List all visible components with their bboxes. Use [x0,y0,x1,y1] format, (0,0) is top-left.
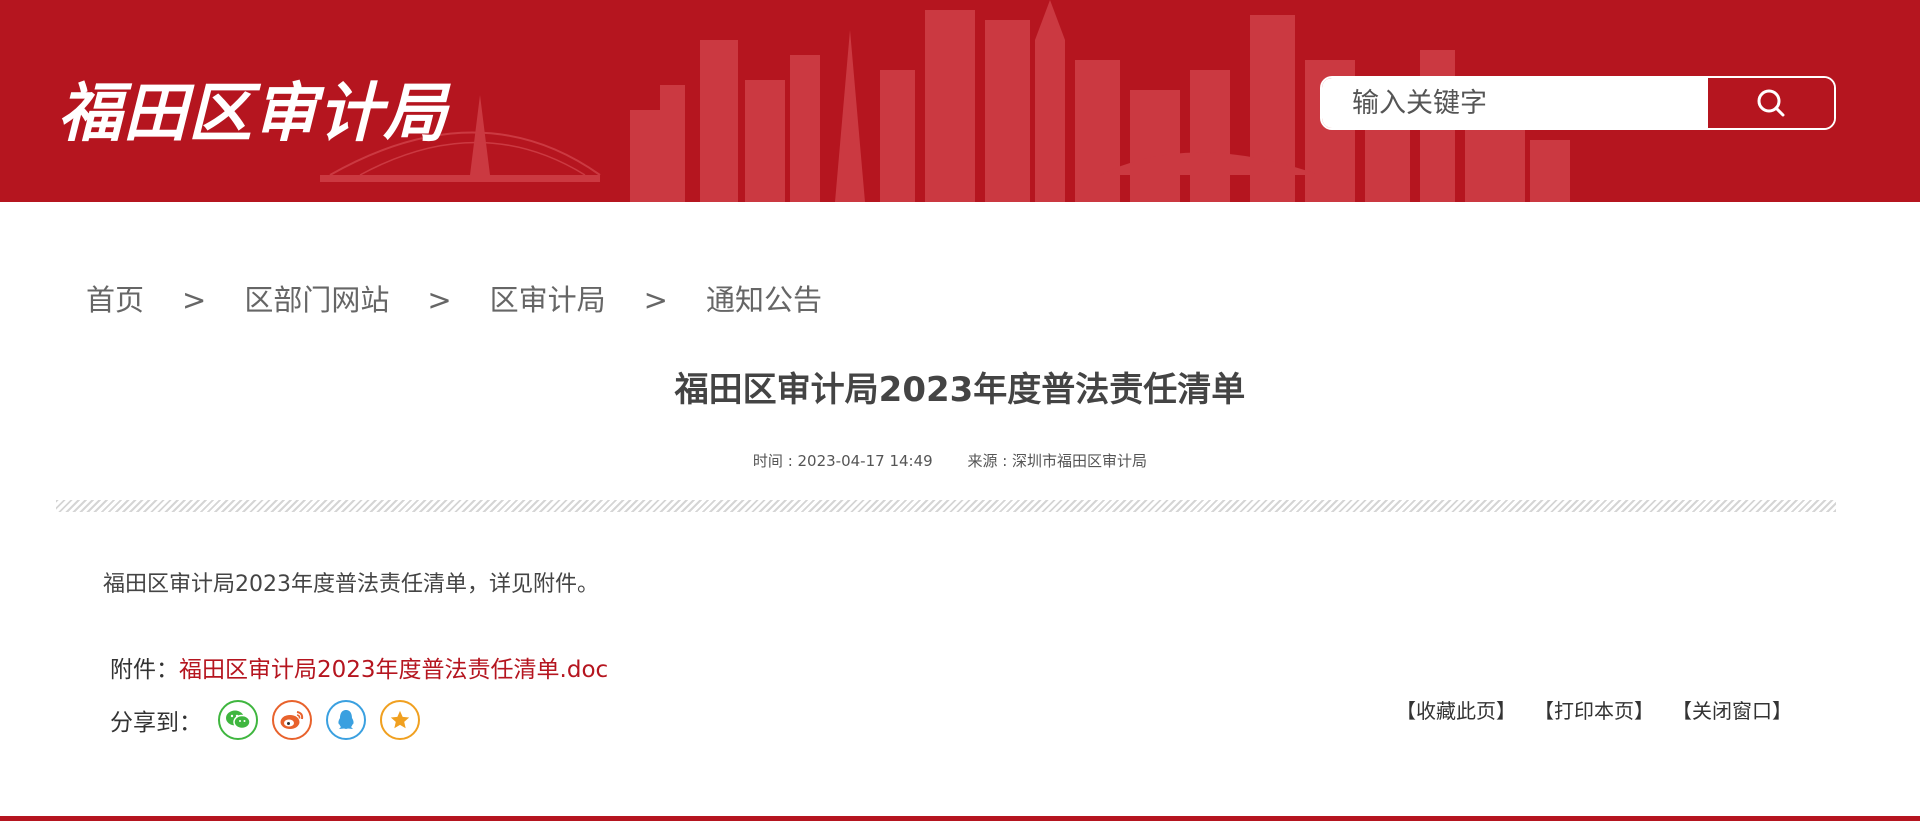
attachment-link[interactable]: 福田区审计局2023年度普法责任清单.doc [179,657,608,683]
breadcrumb-separator: > [643,283,668,317]
article-meta: 时间 : 2023-04-17 14:49 来源 : 深圳市福田区审计局 [0,450,1900,471]
publish-time: 时间 : 2023-04-17 14:49 [752,452,933,470]
hatched-divider [56,500,1836,512]
article-body: 福田区审计局2023年度普法责任清单，详见附件。 [103,572,599,597]
attachment: 附件：福田区审计局2023年度普法责任清单.doc [110,650,608,684]
breadcrumb-home[interactable]: 首页 [86,283,144,317]
search-button[interactable] [1708,78,1834,128]
weibo-icon[interactable] [272,700,312,740]
share-label: 分享到： [110,710,202,736]
search-box [1320,76,1836,130]
breadcrumb-separator: > [182,283,207,317]
close-window-link[interactable]: 【关闭窗口】 [1672,695,1792,724]
qq-icon[interactable] [326,700,366,740]
breadcrumb-district-departments[interactable]: 区部门网站 [244,283,389,317]
footer-divider [0,816,1920,821]
site-header: 福田区审计局 [0,0,1920,202]
share-bar: 分享到： [110,698,434,742]
search-icon [1757,89,1785,117]
favorite-star-icon[interactable] [380,700,420,740]
site-logo[interactable]: 福田区审计局 [58,62,448,154]
search-input[interactable] [1322,78,1708,128]
breadcrumb-separator: > [427,283,452,317]
page-actions: 【收藏此页】 【打印本页】 【关闭窗口】 [1396,695,1810,724]
breadcrumb-notices[interactable]: 通知公告 [706,283,822,317]
article-source: 来源 : 深圳市福田区审计局 [967,452,1148,470]
bookmark-page-link[interactable]: 【收藏此页】 [1396,695,1516,724]
wechat-icon[interactable] [218,700,258,740]
attachment-label: 附件： [110,657,179,683]
article-title: 福田区审计局2023年度普法责任清单 [674,370,1246,410]
breadcrumb: 首页 > 区部门网站 > 区审计局 > 通知公告 [86,277,822,319]
print-page-link[interactable]: 【打印本页】 [1534,695,1654,724]
breadcrumb-audit-bureau[interactable]: 区审计局 [490,283,606,317]
